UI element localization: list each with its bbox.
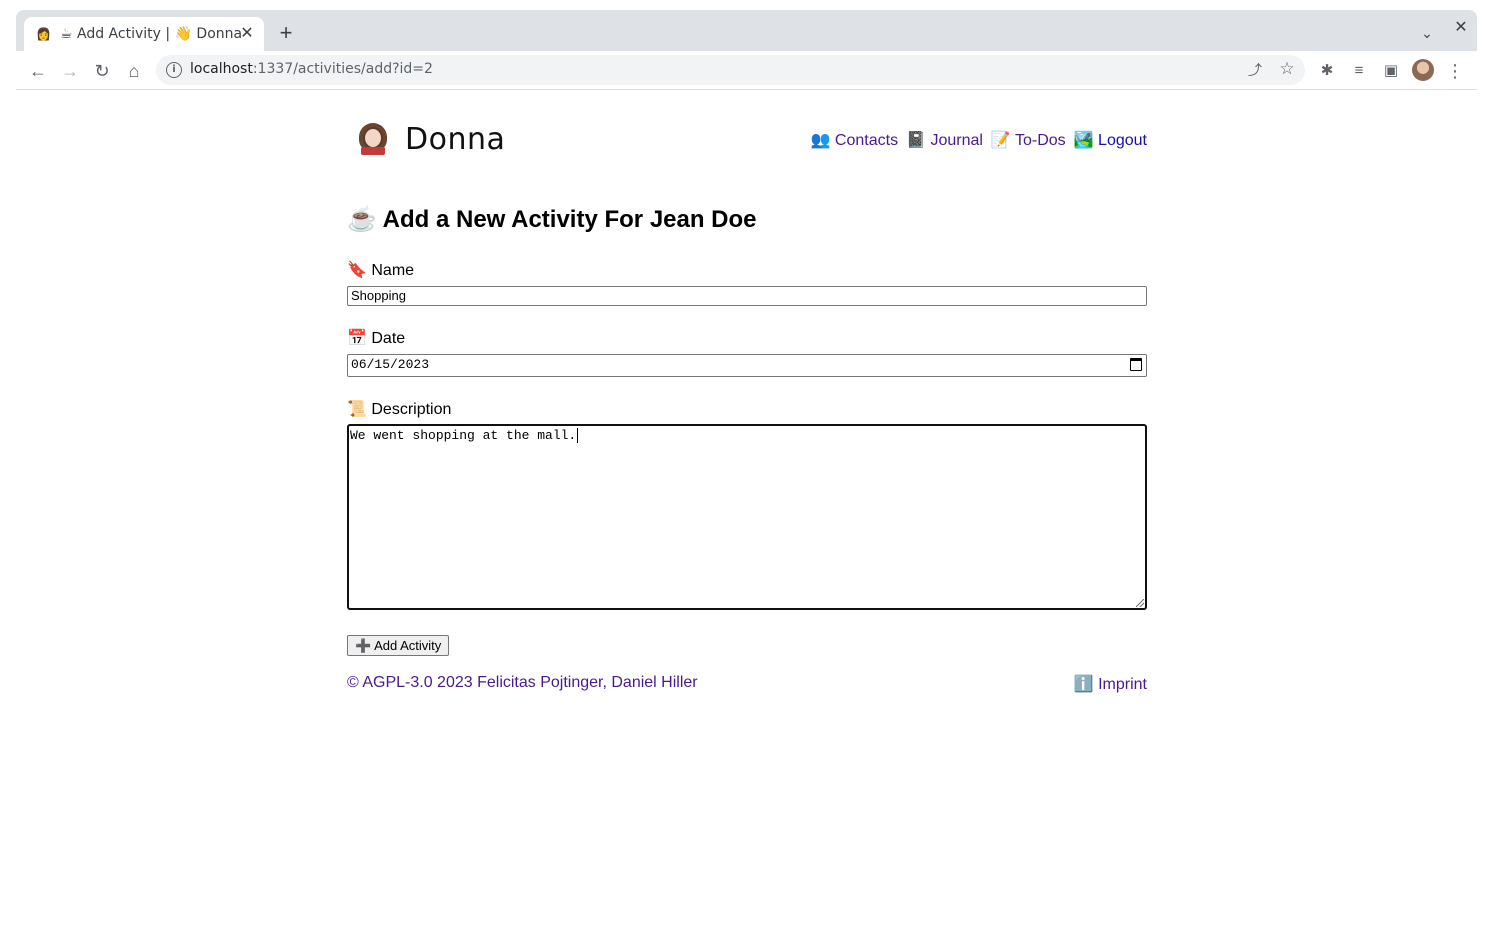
- name-label: 🔖 Name: [347, 262, 415, 279]
- nav-logout-link[interactable]: 🏞️ Logout: [1074, 130, 1147, 150]
- share-icon[interactable]: ⤴: [1245, 60, 1265, 80]
- description-value: We went shopping at the mall.: [350, 428, 577, 443]
- nav-journal-link[interactable]: 📓 Journal: [906, 130, 983, 150]
- nav-contacts-link[interactable]: 👥 Contacts: [811, 130, 899, 150]
- url-host: localhost: [190, 61, 253, 77]
- page-content: Donna 👥 Contacts 📓 Journal 📝 To-Dos 🏞️ L…: [347, 91, 1147, 696]
- tab-search-icon[interactable]: ⌄: [1417, 23, 1437, 43]
- bookmark-star-icon[interactable]: ☆: [1277, 59, 1297, 79]
- nav-todos-link[interactable]: 📝 To-Dos: [991, 130, 1066, 150]
- site-header: Donna 👥 Contacts 📓 Journal 📝 To-Dos 🏞️ L…: [347, 91, 1147, 191]
- active-tab[interactable]: 👩 ☕ Add Activity | 👋 Donna ✕: [24, 17, 264, 51]
- site-info-icon[interactable]: i: [166, 62, 182, 78]
- donna-logo-icon[interactable]: [355, 121, 391, 157]
- date-label: 📅 Date: [347, 330, 406, 347]
- text-caret: [577, 428, 579, 444]
- reload-icon[interactable]: ↻: [88, 57, 116, 85]
- new-tab-icon[interactable]: +: [274, 22, 298, 46]
- tab-title: ☕ Add Activity | 👋 Donna: [60, 26, 243, 42]
- address-bar[interactable]: i localhost:1337/activities/add?id=2 ⤴ ☆: [156, 55, 1305, 85]
- browser-toolbar: ← → ↻ ⌂ i localhost:1337/activities/add?…: [16, 51, 1477, 90]
- site-footer: © AGPL-3.0 2023 Felicitas Pojtinger, Dan…: [347, 674, 1147, 696]
- description-label: 📜 Description: [347, 401, 452, 418]
- tab-strip: 👩 ☕ Add Activity | 👋 Donna ✕ + ⌄ ✕: [16, 10, 1477, 51]
- back-icon[interactable]: ←: [24, 57, 52, 85]
- site-title[interactable]: Donna: [405, 122, 505, 157]
- page-title: ☕ Add a New Activity For Jean Doe: [347, 206, 757, 233]
- menu-icon[interactable]: ⋮: [1444, 60, 1466, 82]
- description-textarea[interactable]: We went shopping at the mall.: [347, 424, 1147, 610]
- imprint-link[interactable]: ℹ️ Imprint: [1074, 674, 1147, 694]
- calendar-picker-icon[interactable]: [1130, 358, 1142, 371]
- side-panel-icon[interactable]: ▣: [1380, 60, 1402, 82]
- name-field[interactable]: Shopping: [347, 286, 1147, 306]
- home-icon[interactable]: ⌂: [120, 57, 148, 85]
- profile-avatar[interactable]: [1412, 59, 1434, 81]
- forward-icon[interactable]: →: [56, 57, 84, 85]
- tab-close-icon[interactable]: ✕: [238, 25, 256, 43]
- copyright-link[interactable]: © AGPL-3.0 2023 Felicitas Pojtinger, Dan…: [347, 674, 698, 692]
- tab-favicon-icon: 👩: [36, 27, 51, 41]
- main-nav: 👥 Contacts 📓 Journal 📝 To-Dos 🏞️ Logout: [811, 130, 1147, 150]
- media-control-icon[interactable]: ≡: [1348, 60, 1370, 82]
- date-value: 06/15/2023: [351, 357, 430, 372]
- date-field[interactable]: 06/15/2023: [347, 354, 1147, 377]
- add-activity-button[interactable]: ➕ Add Activity: [347, 635, 450, 656]
- window-close-icon[interactable]: ✕: [1453, 20, 1469, 36]
- url-path: :1337/activities/add?id=2: [252, 61, 433, 77]
- extensions-icon[interactable]: ✱: [1316, 60, 1338, 82]
- url-text[interactable]: localhost:1337/activities/add?id=2: [190, 61, 433, 77]
- resize-handle[interactable]: [1136, 599, 1144, 607]
